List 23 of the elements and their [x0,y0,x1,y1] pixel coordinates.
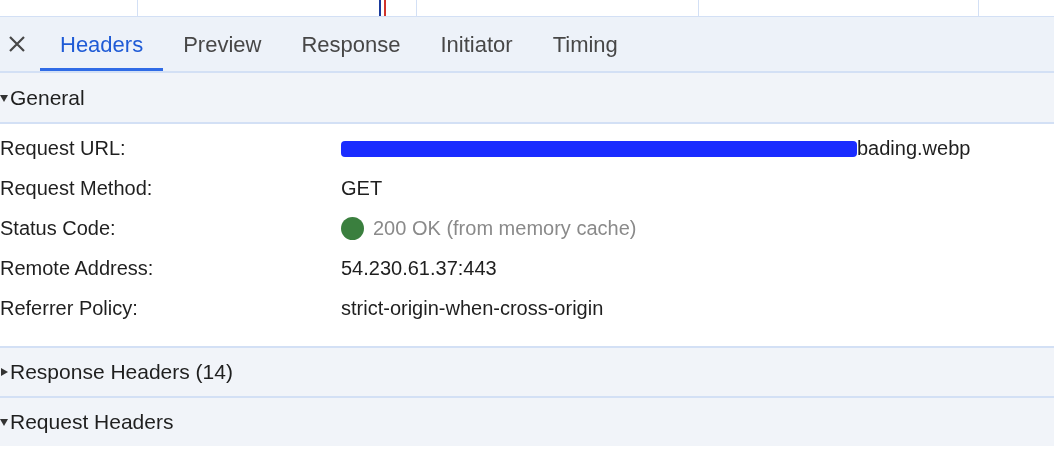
marker-line [384,0,386,16]
field-label: Request URL: [0,136,127,161]
section-title: Request Headers [10,409,174,436]
tab[interactable]: Initiator [420,17,533,71]
section-title: General [10,84,85,111]
section-header[interactable]: General [0,73,1054,124]
close-icon [8,35,26,53]
tab[interactable]: Response [281,17,421,71]
field-label: Remote Address: [0,256,155,281]
field-value: GET [341,176,383,201]
field-label: Request Method: [0,176,154,201]
tab[interactable]: Preview [163,17,282,71]
section-title: Response Headers (14) [10,359,233,386]
section-header[interactable]: Request Headers [0,396,1054,446]
field-label: Referrer Policy: [0,296,139,321]
tab[interactable]: Timing [532,17,638,71]
field-value: bading.webp [857,136,971,161]
field-value: strict-origin-when-cross-origin [341,296,604,321]
section-header[interactable]: Response Headers (14) [0,346,1054,396]
field-label: Status Code: [0,216,117,241]
status-value: 200 OK (from memory cache) [373,216,637,241]
field-value: 54.230.61.37:443 [341,256,497,281]
marker-line [379,0,381,16]
